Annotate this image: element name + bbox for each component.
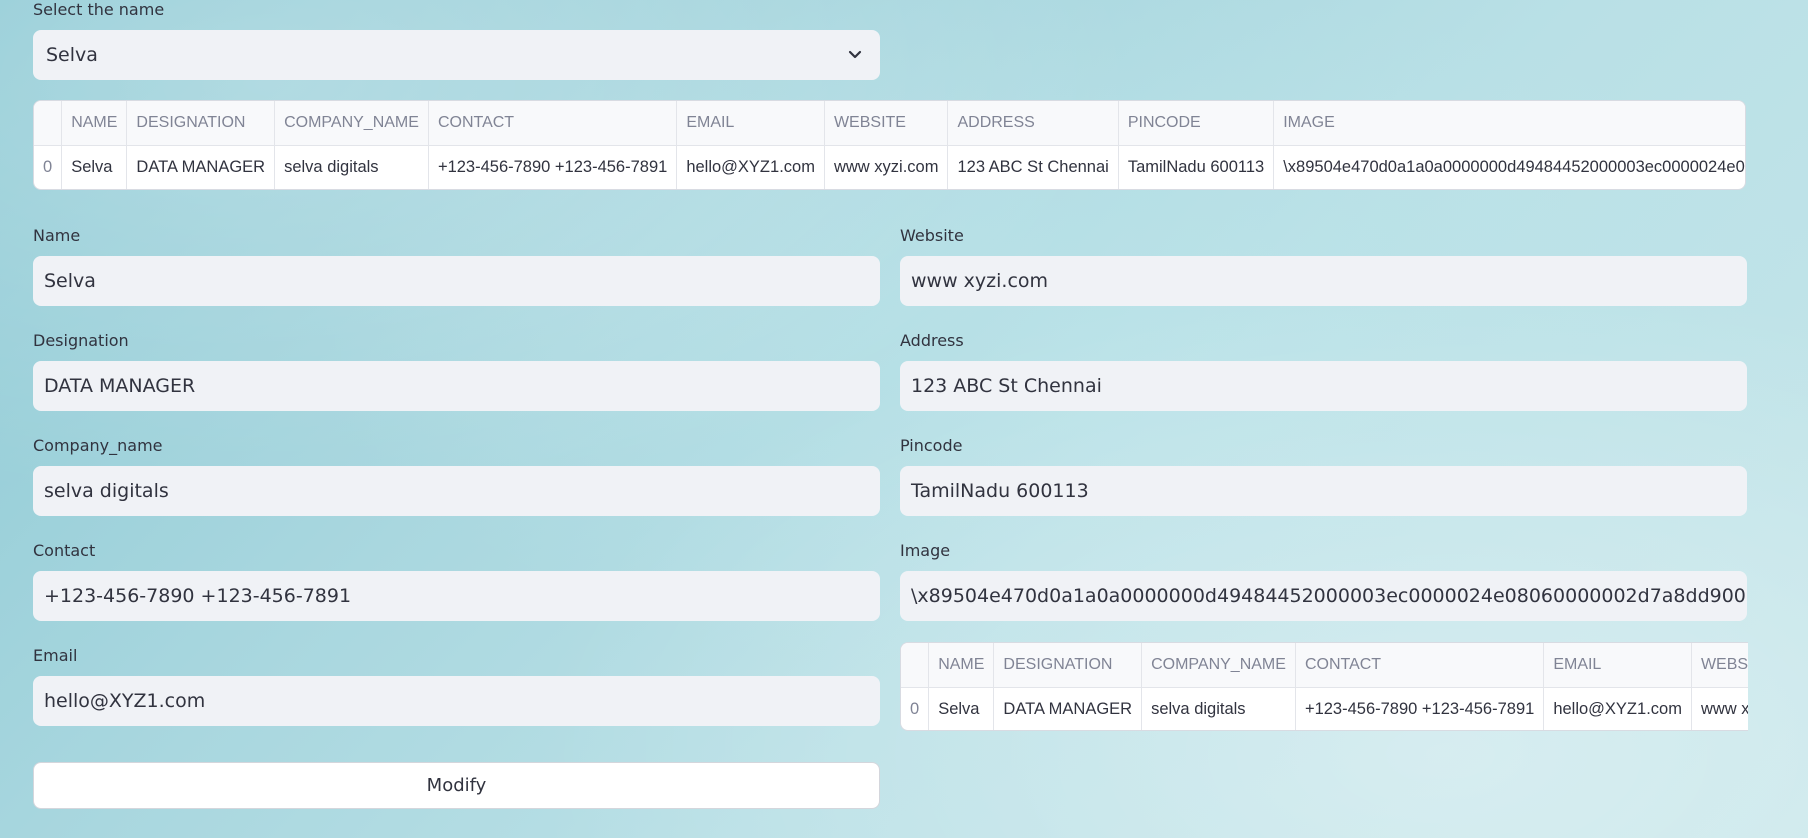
column-header-contact[interactable]: CONTACT [428, 101, 678, 146]
company-name-input[interactable]: selva digitals [33, 466, 880, 516]
column-header-address[interactable]: ADDRESS [947, 101, 1119, 146]
records-table[interactable]: NAME DESIGNATION COMPANY_NAME CONTACT EM… [33, 100, 1746, 190]
table-cell: hello@XYZ1.com [676, 145, 825, 189]
image-label: Image [900, 541, 951, 560]
table-row[interactable]: 0 Selva DATA MANAGER selva digitals +123… [34, 145, 1746, 189]
company-name-label: Company_name [33, 436, 163, 455]
pincode-input[interactable]: TamilNadu 600113 [900, 466, 1747, 516]
column-header-image[interactable]: IMAGE [1273, 101, 1745, 146]
table-cell: www xyzi.com [1700, 700, 1748, 718]
column-header-designation[interactable]: DESIGNATION [993, 643, 1143, 688]
updated-records-table[interactable]: NAME DESIGNATION COMPANY_NAME CONTACT EM… [900, 642, 1748, 731]
table-cell: \x89504e470d0a1a0a0000000d49484452000003… [1283, 158, 1746, 176]
table-cell: hello@XYZ1.com [1543, 687, 1692, 730]
table-cell: DATA MANAGER [993, 687, 1143, 730]
image-input[interactable]: \x89504e470d0a1a0a0000000d49484452000003… [900, 571, 1747, 621]
table-row[interactable]: 0 Selva DATA MANAGER selva digitals +123… [901, 687, 1748, 730]
table-cell: 0 [901, 687, 930, 730]
column-header-designation[interactable]: DESIGNATION [126, 101, 276, 146]
table-cell: Selva [928, 687, 995, 730]
column-header-website[interactable]: WEBSITE [824, 101, 949, 146]
column-header-website[interactable]: WEBSITE [1691, 643, 1748, 688]
column-header-company-name[interactable]: COMPANY_NAME [274, 101, 429, 146]
select-label: Select the name [33, 0, 165, 19]
column-header-name[interactable]: NAME [61, 101, 128, 146]
table-cell: selva digitals [1141, 687, 1296, 730]
table-header-row: NAME DESIGNATION COMPANY_NAME CONTACT EM… [901, 643, 1748, 688]
table-cell: +123-456-7890 +123-456-7891 [428, 145, 678, 189]
contact-input[interactable]: +123-456-7890 +123-456-7891 [33, 571, 880, 621]
email-label: Email [33, 646, 78, 665]
column-header-contact[interactable]: CONTACT [1295, 643, 1545, 688]
table-header-row: NAME DESIGNATION COMPANY_NAME CONTACT EM… [34, 101, 1745, 146]
table-cell: +123-456-7890 +123-456-7891 [1295, 687, 1545, 730]
name-label: Name [33, 226, 81, 245]
address-input[interactable]: 123 ABC St Chennai [900, 361, 1747, 411]
table-cell: 123 ABC St Chennai [947, 145, 1119, 189]
name-input[interactable]: Selva [33, 256, 880, 306]
chevron-down-icon [848, 50, 862, 60]
table-cell: selva digitals [274, 145, 429, 189]
designation-input[interactable]: DATA MANAGER [33, 361, 880, 411]
column-header-pincode[interactable]: PINCODE [1118, 101, 1275, 146]
modify-button[interactable]: Modify [33, 762, 880, 809]
column-header-email[interactable]: EMAIL [1543, 643, 1692, 688]
select-value: Selva [46, 44, 98, 66]
table-cell: 0 [34, 145, 63, 189]
column-header-company-name[interactable]: COMPANY_NAME [1141, 643, 1296, 688]
website-label: Website [900, 226, 964, 245]
address-label: Address [900, 331, 964, 350]
column-header-index[interactable] [901, 643, 930, 688]
column-header-name[interactable]: NAME [928, 643, 995, 688]
table-cell: www xyzi.com [824, 145, 949, 189]
table-cell: TamilNadu 600113 [1118, 145, 1275, 189]
designation-label: Designation [33, 331, 129, 350]
table-cell: Selva [61, 145, 128, 189]
table-cell: DATA MANAGER [126, 145, 276, 189]
name-select[interactable]: Selva [33, 30, 880, 80]
contact-label: Contact [33, 541, 96, 560]
email-input[interactable]: hello@XYZ1.com [33, 676, 880, 726]
website-input[interactable]: www xyzi.com [900, 256, 1747, 306]
column-header-index[interactable] [34, 101, 63, 146]
pincode-label: Pincode [900, 436, 963, 455]
column-header-email[interactable]: EMAIL [676, 101, 825, 146]
